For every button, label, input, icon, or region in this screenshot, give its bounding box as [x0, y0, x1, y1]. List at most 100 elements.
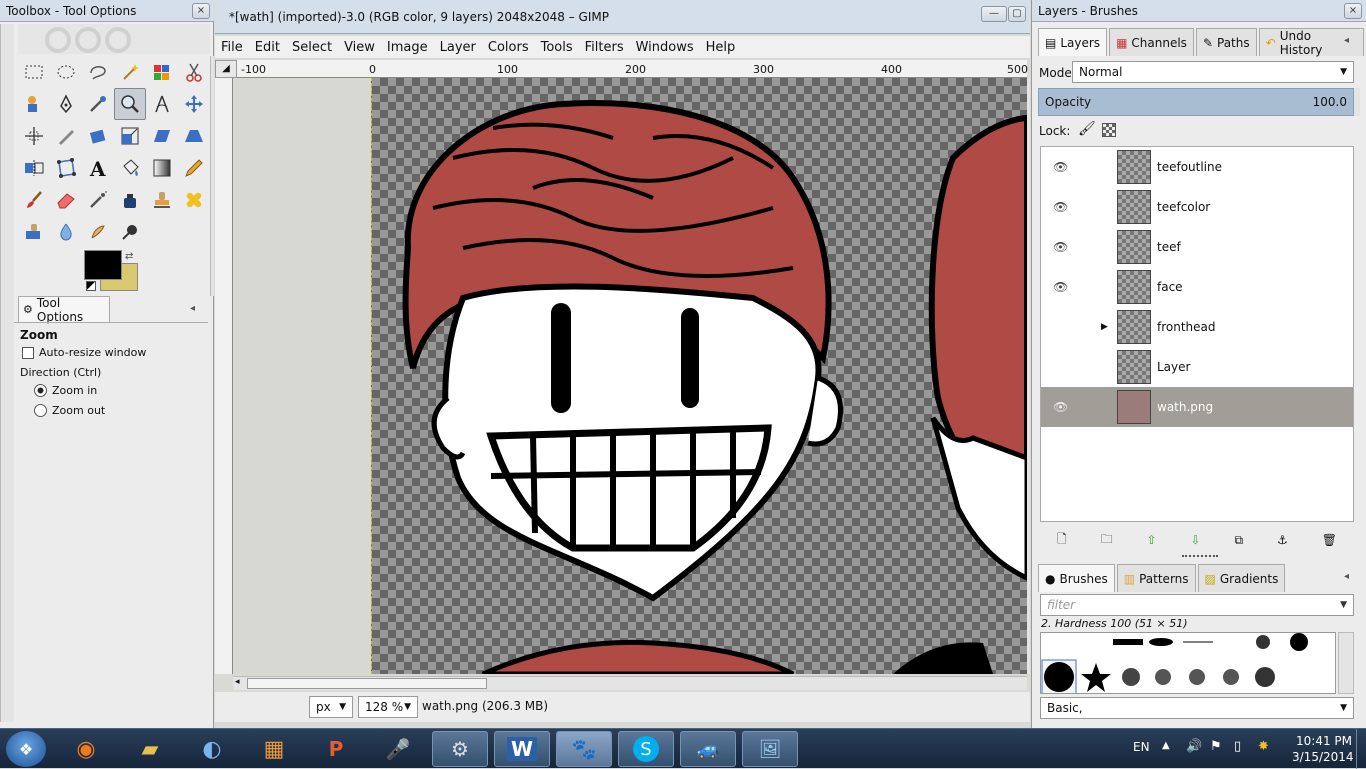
menu-windows[interactable]: Windows — [630, 40, 700, 55]
taskbar-paint[interactable]: ◐ — [184, 731, 240, 767]
taskbar-word[interactable]: W — [494, 731, 550, 767]
volume-icon[interactable]: 🔊 — [1186, 739, 1202, 754]
tool-options-menu-icon[interactable]: ◂ — [190, 303, 195, 314]
tab-patterns[interactable]: ▥ Patterns — [1116, 564, 1196, 592]
taskbar-powerpoint[interactable]: P — [308, 731, 364, 767]
layers-dock-titlebar[interactable]: Layers - Brushes — [1032, 0, 1366, 22]
menu-edit[interactable]: Edit — [249, 40, 286, 55]
paintbrush-tool[interactable] — [18, 184, 50, 216]
horizontal-ruler[interactable]: -100 0 100 200 300 400 500 — [237, 60, 1028, 78]
taskbar-skype[interactable]: S — [618, 731, 674, 767]
zoom-tool[interactable] — [114, 88, 146, 120]
clock-date[interactable]: 3/15/2014 — [1292, 750, 1354, 764]
zoom-out-radio[interactable] — [34, 404, 47, 417]
clone-tool[interactable] — [146, 184, 178, 216]
foreground-color-swatch[interactable] — [84, 250, 122, 280]
tab-brushes[interactable]: ● Brushes — [1038, 564, 1115, 592]
airbrush-tool[interactable] — [82, 184, 114, 216]
show-hidden-icons[interactable]: ▲ — [1162, 740, 1170, 751]
menu-select[interactable]: Select — [286, 40, 338, 55]
layer-row-teefoutline[interactable]: 👁 teefoutline — [1041, 147, 1353, 187]
taskbar-microphone[interactable]: 🎤 — [370, 731, 426, 767]
taskbar-gimp[interactable]: 🐾 — [556, 731, 612, 767]
fuzzy-select-tool[interactable] — [114, 56, 146, 88]
brush-tag-input[interactable]: Basic, ▼ — [1040, 697, 1354, 719]
blur-tool[interactable] — [50, 216, 82, 248]
taskbar-steam[interactable]: ⚙ — [432, 731, 488, 767]
layer-row-fronthead[interactable]: ▶ fronthead — [1041, 307, 1353, 347]
eraser-tool[interactable] — [50, 184, 82, 216]
tab-layers[interactable]: ▤ Layers — [1038, 28, 1108, 56]
brush-filter-input[interactable]: filter ▼ — [1040, 594, 1354, 616]
taskbar-explorer[interactable]: ▰ — [122, 731, 178, 767]
ellipse-select-tool[interactable] — [50, 56, 82, 88]
scroll-left-arrow-icon[interactable]: ◂ — [235, 677, 240, 687]
minimize-button[interactable]: — — [981, 6, 1007, 22]
taskbar-photo-viewer[interactable]: 🖼 — [742, 731, 798, 767]
lock-alpha-icon[interactable] — [1102, 123, 1116, 137]
horizontal-scrollbar-thumb[interactable] — [247, 678, 487, 689]
tab-paths[interactable]: ✎ Paths — [1195, 28, 1257, 56]
eye-icon[interactable]: 👁 — [1053, 240, 1068, 254]
layer-row-teefcolor[interactable]: 👁 teefcolor — [1041, 187, 1353, 227]
lock-pixels-icon[interactable]: 🖌 — [1078, 121, 1096, 137]
action-center-icon[interactable]: ✸ — [1258, 739, 1269, 754]
measure-tool[interactable] — [146, 88, 178, 120]
battery-icon[interactable]: ▯ — [1234, 739, 1241, 754]
menu-filters[interactable]: Filters — [579, 40, 630, 55]
layers-dock-close-button[interactable]: × — [1344, 3, 1362, 19]
scale-tool[interactable] — [114, 120, 146, 152]
mode-selector[interactable]: Normal ▼ — [1072, 61, 1354, 83]
dock-menu-icon[interactable]: ◂ — [1344, 35, 1349, 46]
select-by-color-tool[interactable] — [146, 56, 178, 88]
perspective-clone-tool[interactable] — [18, 216, 50, 248]
pencil-tool[interactable] — [178, 152, 210, 184]
brush-grid-scrollbar[interactable] — [1338, 632, 1354, 694]
auto-resize-checkbox[interactable] — [22, 346, 34, 359]
zoom-out-option[interactable]: Zoom out — [34, 404, 105, 417]
layer-row-teef[interactable]: 👁 teef — [1041, 227, 1353, 267]
perspective-tool[interactable] — [178, 120, 210, 152]
menu-help[interactable]: Help — [700, 40, 742, 55]
blend-tool[interactable] — [146, 152, 178, 184]
eye-icon[interactable]: 👁 — [1053, 200, 1068, 214]
tab-tool-options[interactable]: ⚙ Tool Options — [18, 296, 110, 324]
raise-layer-icon[interactable]: ⇧ — [1147, 533, 1157, 547]
lower-layer-icon[interactable]: ⇩ — [1191, 533, 1201, 547]
tab-gradients[interactable]: ▨ Gradients — [1197, 564, 1286, 592]
duplicate-layer-icon[interactable]: ⧉ — [1235, 533, 1244, 548]
eye-icon[interactable]: 👁 — [1053, 400, 1068, 414]
menu-layer[interactable]: Layer — [434, 40, 482, 55]
swap-colors-icon[interactable]: ⇄ — [125, 251, 133, 262]
brush-grid[interactable] — [1040, 632, 1336, 694]
taskbar-game[interactable]: 🚙 — [680, 731, 736, 767]
scissors-select-tool[interactable] — [178, 56, 210, 88]
color-picker-tool[interactable] — [82, 88, 114, 120]
shear-tool[interactable] — [146, 120, 178, 152]
cage-transform-tool[interactable] — [50, 152, 82, 184]
brush-menu-icon[interactable]: ◂ — [1344, 571, 1349, 582]
image-canvas[interactable] — [233, 78, 1027, 674]
horizontal-scrollbar[interactable]: ◂ — [233, 676, 1027, 690]
text-tool[interactable]: A — [82, 152, 114, 184]
crop-tool[interactable] — [50, 120, 82, 152]
taskbar-firefox[interactable]: ◉ — [58, 731, 114, 767]
eye-icon[interactable]: 👁 — [1053, 160, 1068, 174]
layer-row-layer[interactable]: Layer — [1041, 347, 1353, 387]
bucket-fill-tool[interactable] — [114, 152, 146, 184]
language-indicator[interactable]: EN — [1133, 740, 1150, 754]
show-desktop-button[interactable] — [1356, 729, 1366, 769]
heal-tool[interactable] — [178, 184, 210, 216]
ink-tool[interactable] — [114, 184, 146, 216]
menu-view[interactable]: View — [338, 40, 381, 55]
tab-channels[interactable]: ▦ Channels — [1109, 28, 1194, 56]
maximize-button[interactable]: ▢ — [1008, 6, 1026, 22]
zoom-in-option[interactable]: Zoom in — [34, 384, 97, 397]
layer-row-wath-png[interactable]: 👁 wath.png — [1041, 387, 1353, 427]
opacity-slider[interactable]: Opacity 100.0 — [1038, 88, 1354, 116]
network-icon[interactable]: ⚑ — [1210, 739, 1222, 754]
auto-resize-option[interactable]: Auto-resize window — [22, 346, 146, 359]
zoom-in-radio[interactable] — [34, 384, 47, 397]
clock-time[interactable]: 10:41 PM — [1296, 734, 1352, 748]
pane-resize-handle[interactable] — [1182, 555, 1218, 559]
